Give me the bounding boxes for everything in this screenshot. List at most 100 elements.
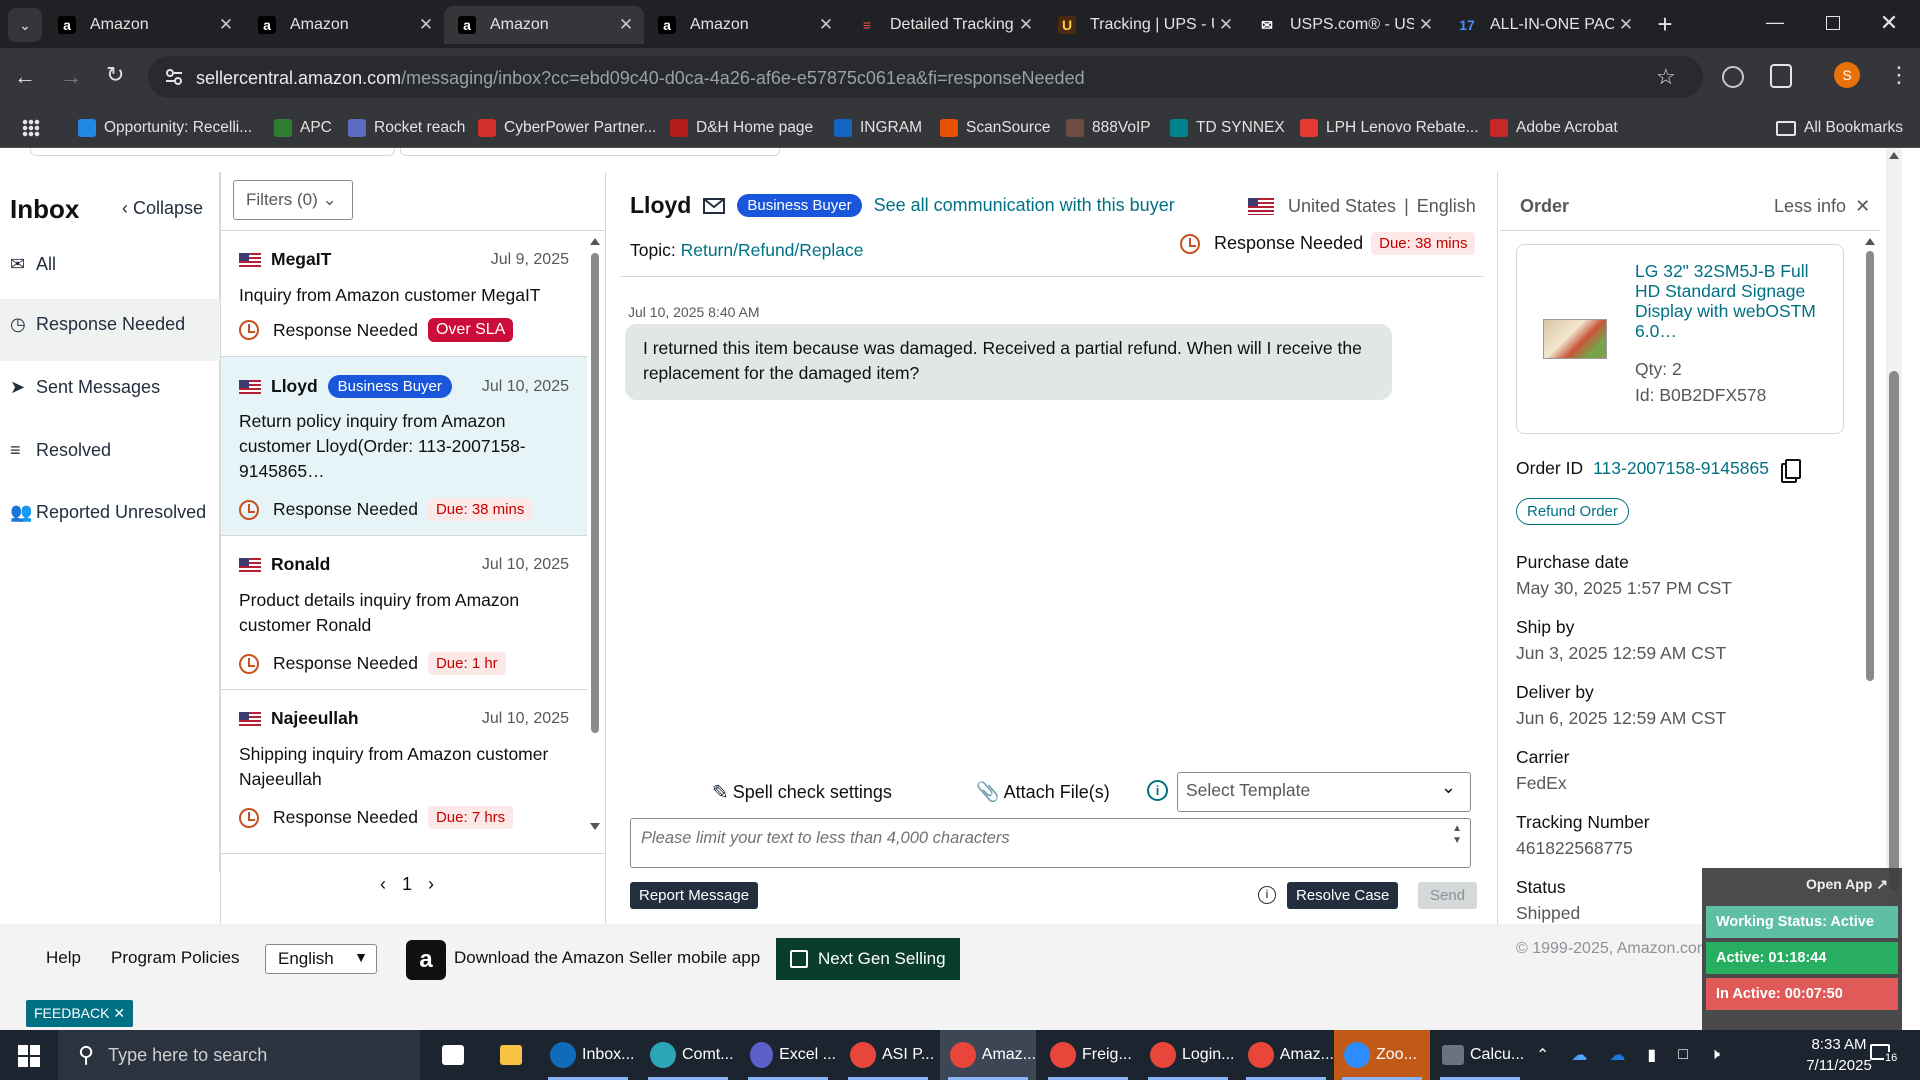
site-info-icon[interactable] — [164, 68, 184, 86]
tab-6[interactable]: U Tracking | UPS - U ✕ — [1044, 6, 1244, 44]
copy-icon[interactable] — [1784, 458, 1801, 479]
tab-search-button[interactable]: ⌄ — [8, 8, 42, 42]
scrollbar-thumb[interactable] — [591, 253, 599, 733]
open-app-button[interactable]: Open App ↗ — [1806, 876, 1888, 893]
close-tab-icon[interactable]: ✕ — [1014, 15, 1038, 35]
envelope-icon[interactable] — [703, 197, 726, 214]
refund-order-button[interactable]: Refund Order — [1516, 498, 1629, 525]
taskbar-search[interactable]: ⚲ Type here to search — [58, 1030, 420, 1080]
bookmark-item[interactable]: Opportunity: Recelli... — [78, 118, 252, 138]
tab-3[interactable]: a Amazon ✕ — [444, 6, 644, 44]
bookmark-item[interactable]: D&H Home page — [670, 118, 813, 138]
bookmark-item[interactable]: 888VoIP — [1066, 118, 1151, 138]
taskbar-app[interactable]: Amaz... — [1238, 1030, 1334, 1080]
report-message-button[interactable]: Report Message — [630, 882, 759, 909]
scrollbar-thumb[interactable] — [1866, 251, 1874, 681]
close-tab-icon[interactable]: ✕ — [1614, 15, 1638, 35]
sidebar-item-sent-messages[interactable]: ➤ Sent Messages — [10, 377, 160, 398]
bookmark-item[interactable]: APC — [274, 118, 332, 138]
bookmark-item[interactable]: Rocket reach — [348, 118, 465, 138]
bookmark-item[interactable]: CyberPower Partner... — [478, 118, 656, 138]
sidebar-item-reported-unresolved[interactable]: 👥 Reported Unresolved — [10, 502, 206, 523]
start-button[interactable] — [18, 1045, 40, 1067]
sidebar-item-response-needed[interactable]: ◷ Response Needed — [10, 314, 185, 335]
reload-button[interactable]: ↻ — [106, 62, 124, 88]
restore-button[interactable] — [1818, 14, 1848, 40]
profile-avatar[interactable]: S — [1834, 62, 1860, 88]
next-page-button[interactable]: › — [428, 874, 434, 895]
taskbar-app[interactable] — [490, 1030, 534, 1080]
all-bookmarks[interactable]: All Bookmarks — [1776, 118, 1903, 138]
download-app-link[interactable]: Download the Amazon Seller mobile app — [454, 948, 760, 968]
send-button[interactable]: Send — [1418, 882, 1478, 909]
onedrive-business-icon[interactable]: ☁ — [1609, 1045, 1625, 1065]
resolve-info-icon[interactable]: i — [1258, 886, 1276, 904]
tab-2[interactable]: a Amazon ✕ — [244, 6, 444, 44]
sidebar-item-resolved[interactable]: ≡ Resolved — [10, 440, 111, 461]
taskbar-app[interactable]: Zoo... — [1334, 1030, 1430, 1080]
textarea-stepper[interactable]: ▲ ▼ — [1452, 823, 1462, 847]
scrollbar-thumb[interactable] — [1889, 371, 1899, 891]
back-button[interactable]: ← — [14, 64, 36, 90]
battery-icon[interactable]: ▮ — [1647, 1045, 1656, 1065]
taskbar-app[interactable]: Login... — [1140, 1030, 1236, 1080]
taskbar-app[interactable]: ASI P... — [840, 1030, 936, 1080]
onedrive-icon[interactable]: ☁ — [1571, 1045, 1587, 1065]
close-window-button[interactable]: ✕ — [1874, 10, 1904, 36]
bookmark-item[interactable]: Adobe Acrobat — [1490, 118, 1618, 138]
bookmark-star-icon[interactable]: ☆ — [1656, 64, 1676, 90]
spell-check-settings[interactable]: ✎ Spell check settings — [712, 780, 892, 805]
close-tab-icon[interactable]: ✕ — [614, 15, 638, 35]
taskbar-app[interactable] — [432, 1030, 476, 1080]
close-tab-icon[interactable]: ✕ — [1214, 15, 1238, 35]
resolve-case-button[interactable]: Resolve Case — [1287, 882, 1399, 909]
product-title[interactable]: LG 32" 32SM5J-B Full HD Standard Signage… — [1635, 261, 1829, 341]
forward-button[interactable]: → — [60, 64, 82, 90]
see-all-communication-link[interactable]: See all communication with this buyer — [874, 195, 1175, 216]
bookmark-item[interactable]: ScanSource — [940, 118, 1050, 138]
taskbar-app[interactable]: Inbox... — [540, 1030, 636, 1080]
bookmark-item[interactable]: TD SYNNEX — [1170, 118, 1285, 138]
message-list-item[interactable]: Ronald Jul 10, 2025 Product details inquir… — [221, 536, 587, 690]
volume-icon[interactable]: 🕨 — [1710, 1046, 1720, 1064]
collapse-button[interactable]: ‹ Collapse — [122, 198, 203, 219]
taskbar-app[interactable]: Amaz... — [940, 1030, 1036, 1080]
help-link[interactable]: Help — [46, 948, 81, 968]
chevron-up-icon[interactable]: ⌃ — [1536, 1045, 1549, 1065]
reply-textarea[interactable]: Please limit your text to less than 4,00… — [630, 818, 1471, 868]
topic-link[interactable]: Return/Refund/Replace — [681, 240, 864, 260]
taskbar-app[interactable]: Freig... — [1040, 1030, 1136, 1080]
order-scrollbar[interactable] — [1864, 238, 1876, 838]
minimize-button[interactable]: — — [1760, 12, 1790, 38]
close-tab-icon[interactable]: ✕ — [1414, 15, 1438, 35]
next-gen-selling-button[interactable]: Next Gen Selling — [776, 938, 960, 980]
message-list-item[interactable]: Lloyd Business Buyer Jul 10, 2025 Return po… — [221, 357, 587, 536]
list-scrollbar[interactable] — [590, 238, 600, 838]
close-tab-icon[interactable]: ✕ — [814, 15, 838, 35]
taskbar-app[interactable]: Comt... — [640, 1030, 736, 1080]
menu-kebab-icon[interactable]: ⋮ — [1888, 62, 1910, 88]
close-tab-icon[interactable]: ✕ — [414, 15, 438, 35]
bookmark-item[interactable]: INGRAM — [834, 118, 922, 138]
language-select[interactable]: English ▼ — [265, 944, 377, 974]
translate-icon[interactable] — [1722, 66, 1744, 88]
tab-7[interactable]: ✉ USPS.com® - US ✕ — [1244, 6, 1444, 44]
filters-button[interactable]: Filters (0) ⌄ — [233, 180, 353, 220]
select-template-dropdown[interactable]: Select Template ⌄ — [1177, 772, 1471, 812]
tab-1[interactable]: a Amazon ✕ — [44, 6, 244, 44]
program-policies-link[interactable]: Program Policies — [111, 948, 240, 968]
message-list-item[interactable]: MegaIT Jul 9, 2025 Inquiry from Amazon cus… — [221, 231, 587, 357]
notification-center-button[interactable]: 16 — [1870, 1044, 1900, 1068]
bookmark-item[interactable]: LPH Lenovo Rebate... — [1300, 118, 1479, 138]
product-card[interactable]: LG 32" 32SM5J-B Full HD Standard Signage… — [1516, 244, 1844, 434]
feedback-button[interactable]: FEEDBACK ✕ — [26, 1000, 134, 1027]
apps-grid-icon[interactable] — [22, 119, 40, 137]
network-icon[interactable]: □ — [1678, 1046, 1688, 1064]
close-tab-icon[interactable]: ✕ — [214, 15, 238, 35]
extensions-icon[interactable] — [1770, 64, 1792, 88]
attach-files-button[interactable]: 📎 Attach File(s) — [976, 780, 1110, 804]
seller-app-icon[interactable]: a — [406, 940, 446, 980]
less-info-button[interactable]: Less info ✕ — [1774, 196, 1870, 217]
address-bar[interactable]: sellercentral.amazon.com/messaging/inbox… — [148, 56, 1703, 98]
tab-8[interactable]: 17 ALL-IN-ONE PAC ✕ — [1444, 6, 1644, 44]
